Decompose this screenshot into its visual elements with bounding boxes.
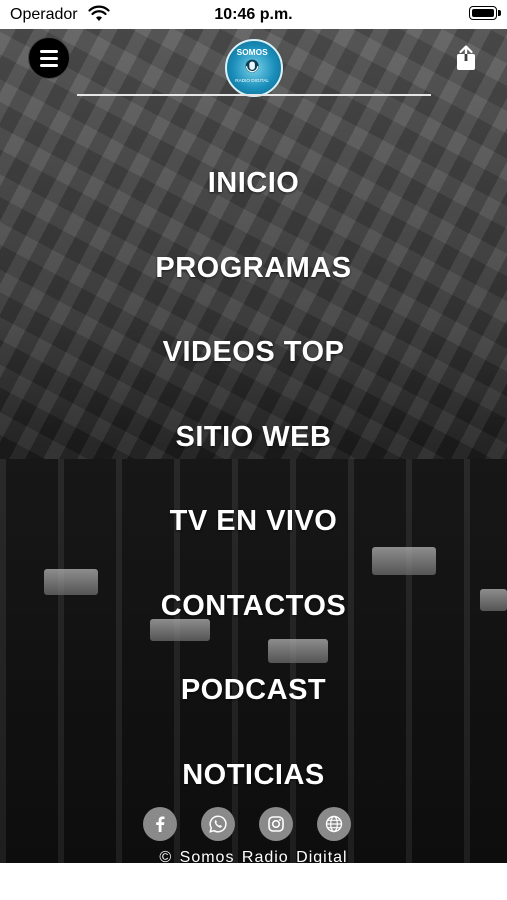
whatsapp-icon <box>209 815 227 833</box>
instagram-icon <box>268 816 284 832</box>
clock: 10:46 p.m. <box>214 6 293 23</box>
website-button[interactable] <box>317 807 351 841</box>
nav-item-programas[interactable]: PROGRAMAS <box>0 252 507 285</box>
globe-icon <box>325 815 343 833</box>
svg-text:SOMOS: SOMOS <box>237 47 269 57</box>
facebook-icon <box>156 816 165 832</box>
nav-item-tv-en-vivo[interactable]: TV EN VIVO <box>0 505 507 538</box>
nav-item-inicio[interactable]: INICIO <box>0 167 507 200</box>
svg-text:RADIO DIGITAL: RADIO DIGITAL <box>235 78 269 83</box>
microphone-logo-icon: SOMOS RADIO DIGITAL <box>235 47 269 83</box>
nav-item-podcast[interactable]: PODCAST <box>0 674 507 707</box>
nav-item-sitio-web[interactable]: SITIO WEB <box>0 421 507 454</box>
nav-item-noticias[interactable]: NOTICIAS <box>0 759 507 792</box>
battery-icon <box>469 6 501 20</box>
facebook-button[interactable] <box>143 807 177 841</box>
whatsapp-button[interactable] <box>201 807 235 841</box>
header-divider <box>77 94 431 96</box>
share-icon[interactable] <box>452 44 480 72</box>
nav-item-contactos[interactable]: CONTACTOS <box>0 590 507 623</box>
instagram-button[interactable] <box>259 807 293 841</box>
copyright-text: © Somos Radio Digital <box>159 849 348 863</box>
menu-button[interactable] <box>28 37 70 79</box>
side-menu: SOMOS RADIO DIGITAL INICIO PROGRAMAS VID… <box>0 29 507 863</box>
station-logo: SOMOS RADIO DIGITAL <box>225 39 283 97</box>
status-bar: Operador 10:46 p.m. <box>0 0 507 29</box>
nav-item-videos-top[interactable]: VIDEOS TOP <box>0 336 507 369</box>
